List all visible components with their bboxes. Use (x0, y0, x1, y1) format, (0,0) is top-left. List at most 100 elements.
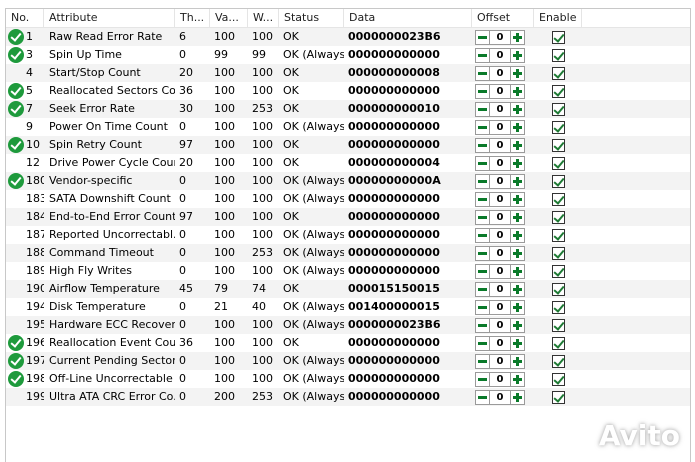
offset-decrement-button[interactable] (475, 335, 490, 351)
offset-increment-button[interactable] (510, 29, 525, 45)
offset-value[interactable]: 0 (490, 29, 510, 45)
enable-checkbox[interactable] (551, 48, 565, 62)
offset-value[interactable]: 0 (490, 389, 510, 405)
enable-checkbox[interactable] (551, 138, 565, 152)
table-row[interactable]: 183 SATA Downshift Count 0 100 100 OK (A… (6, 190, 690, 208)
table-row[interactable]: 190 Airflow Temperature 45 79 74 OK 0000… (6, 280, 690, 298)
table-row[interactable]: 4 Start/Stop Count 20 100 100 OK 0000000… (6, 64, 690, 82)
enable-checkbox[interactable] (551, 102, 565, 116)
offset-increment-button[interactable] (510, 173, 525, 189)
offset-value[interactable]: 0 (490, 65, 510, 81)
offset-increment-button[interactable] (510, 317, 525, 333)
enable-checkbox[interactable] (551, 156, 565, 170)
offset-increment-button[interactable] (510, 209, 525, 225)
column-header-threshold[interactable]: Th... (175, 9, 210, 28)
table-row[interactable]: 197 Current Pending Sector... 0 100 100 … (6, 352, 690, 370)
column-header-data[interactable]: Data (344, 9, 472, 28)
offset-value[interactable]: 0 (490, 263, 510, 279)
enable-checkbox[interactable] (551, 300, 565, 314)
offset-increment-button[interactable] (510, 245, 525, 261)
table-row[interactable]: 3 Spin Up Time 0 99 99 OK (Always... 000… (6, 46, 690, 64)
offset-decrement-button[interactable] (475, 209, 490, 225)
table-row[interactable]: 198 Off-Line Uncorrectable ... 0 100 100… (6, 370, 690, 388)
offset-decrement-button[interactable] (475, 353, 490, 369)
offset-value[interactable]: 0 (490, 371, 510, 387)
offset-increment-button[interactable] (510, 299, 525, 315)
enable-checkbox[interactable] (551, 210, 565, 224)
offset-value[interactable]: 0 (490, 227, 510, 243)
enable-checkbox[interactable] (551, 336, 565, 350)
table-row[interactable]: 10 Spin Retry Count 97 100 100 OK 000000… (6, 136, 690, 154)
table-row[interactable]: 5 Reallocated Sectors Co... 36 100 100 O… (6, 82, 690, 100)
offset-value[interactable]: 0 (490, 299, 510, 315)
offset-value[interactable]: 0 (490, 191, 510, 207)
offset-decrement-button[interactable] (475, 155, 490, 171)
offset-decrement-button[interactable] (475, 389, 490, 405)
table-row[interactable]: 9 Power On Time Count 0 100 100 OK (Alwa… (6, 118, 690, 136)
offset-decrement-button[interactable] (475, 371, 490, 387)
offset-decrement-button[interactable] (475, 137, 490, 153)
offset-increment-button[interactable] (510, 47, 525, 63)
offset-increment-button[interactable] (510, 335, 525, 351)
table-row[interactable]: 188 Command Timeout 0 100 253 OK (Always… (6, 244, 690, 262)
offset-decrement-button[interactable] (475, 83, 490, 99)
offset-decrement-button[interactable] (475, 317, 490, 333)
enable-checkbox[interactable] (551, 318, 565, 332)
offset-increment-button[interactable] (510, 119, 525, 135)
offset-decrement-button[interactable] (475, 65, 490, 81)
offset-decrement-button[interactable] (475, 281, 490, 297)
enable-checkbox[interactable] (551, 390, 565, 404)
column-header-status[interactable]: Status (279, 9, 344, 28)
offset-increment-button[interactable] (510, 101, 525, 117)
table-row[interactable]: 194 Disk Temperature 0 21 40 OK (Always.… (6, 298, 690, 316)
enable-checkbox[interactable] (551, 354, 565, 368)
offset-increment-button[interactable] (510, 389, 525, 405)
offset-value[interactable]: 0 (490, 155, 510, 171)
offset-increment-button[interactable] (510, 281, 525, 297)
offset-increment-button[interactable] (510, 353, 525, 369)
enable-checkbox[interactable] (551, 192, 565, 206)
offset-value[interactable]: 0 (490, 47, 510, 63)
offset-value[interactable]: 0 (490, 119, 510, 135)
table-row[interactable]: 195 Hardware ECC Recovered 0 100 100 OK … (6, 316, 690, 334)
enable-checkbox[interactable] (551, 282, 565, 296)
enable-checkbox[interactable] (551, 30, 565, 44)
column-header-no[interactable]: No. (6, 9, 44, 28)
column-header-offset[interactable]: Offset (472, 9, 534, 28)
table-row[interactable]: 199 Ultra ATA CRC Error Co... 0 200 253 … (6, 388, 690, 406)
enable-checkbox[interactable] (551, 246, 565, 260)
offset-decrement-button[interactable] (475, 47, 490, 63)
column-header-attribute[interactable]: Attribute (44, 9, 175, 28)
table-row[interactable]: 1 Raw Read Error Rate 6 100 100 OK 00000… (6, 28, 690, 46)
offset-value[interactable]: 0 (490, 353, 510, 369)
table-row[interactable]: 196 Reallocation Event Count 36 100 100 … (6, 334, 690, 352)
offset-increment-button[interactable] (510, 191, 525, 207)
enable-checkbox[interactable] (551, 228, 565, 242)
offset-value[interactable]: 0 (490, 137, 510, 153)
enable-checkbox[interactable] (551, 66, 565, 80)
table-row[interactable]: 184 End-to-End Error Count 97 100 100 OK… (6, 208, 690, 226)
column-header-value[interactable]: Va... (210, 9, 248, 28)
offset-increment-button[interactable] (510, 227, 525, 243)
offset-value[interactable]: 0 (490, 173, 510, 189)
offset-value[interactable]: 0 (490, 83, 510, 99)
table-row[interactable]: 180 Vendor-specific 0 100 100 OK (Always… (6, 172, 690, 190)
offset-decrement-button[interactable] (475, 227, 490, 243)
offset-increment-button[interactable] (510, 155, 525, 171)
offset-increment-button[interactable] (510, 83, 525, 99)
table-row[interactable]: 187 Reported Uncorrectabl... 0 100 100 O… (6, 226, 690, 244)
offset-increment-button[interactable] (510, 371, 525, 387)
offset-value[interactable]: 0 (490, 281, 510, 297)
offset-value[interactable]: 0 (490, 335, 510, 351)
offset-decrement-button[interactable] (475, 29, 490, 45)
offset-decrement-button[interactable] (475, 119, 490, 135)
offset-increment-button[interactable] (510, 137, 525, 153)
offset-decrement-button[interactable] (475, 173, 490, 189)
enable-checkbox[interactable] (551, 264, 565, 278)
enable-checkbox[interactable] (551, 174, 565, 188)
offset-value[interactable]: 0 (490, 317, 510, 333)
column-header-enable[interactable]: Enable (534, 9, 582, 28)
offset-decrement-button[interactable] (475, 101, 490, 117)
column-header-worst[interactable]: W... (248, 9, 279, 28)
enable-checkbox[interactable] (551, 84, 565, 98)
